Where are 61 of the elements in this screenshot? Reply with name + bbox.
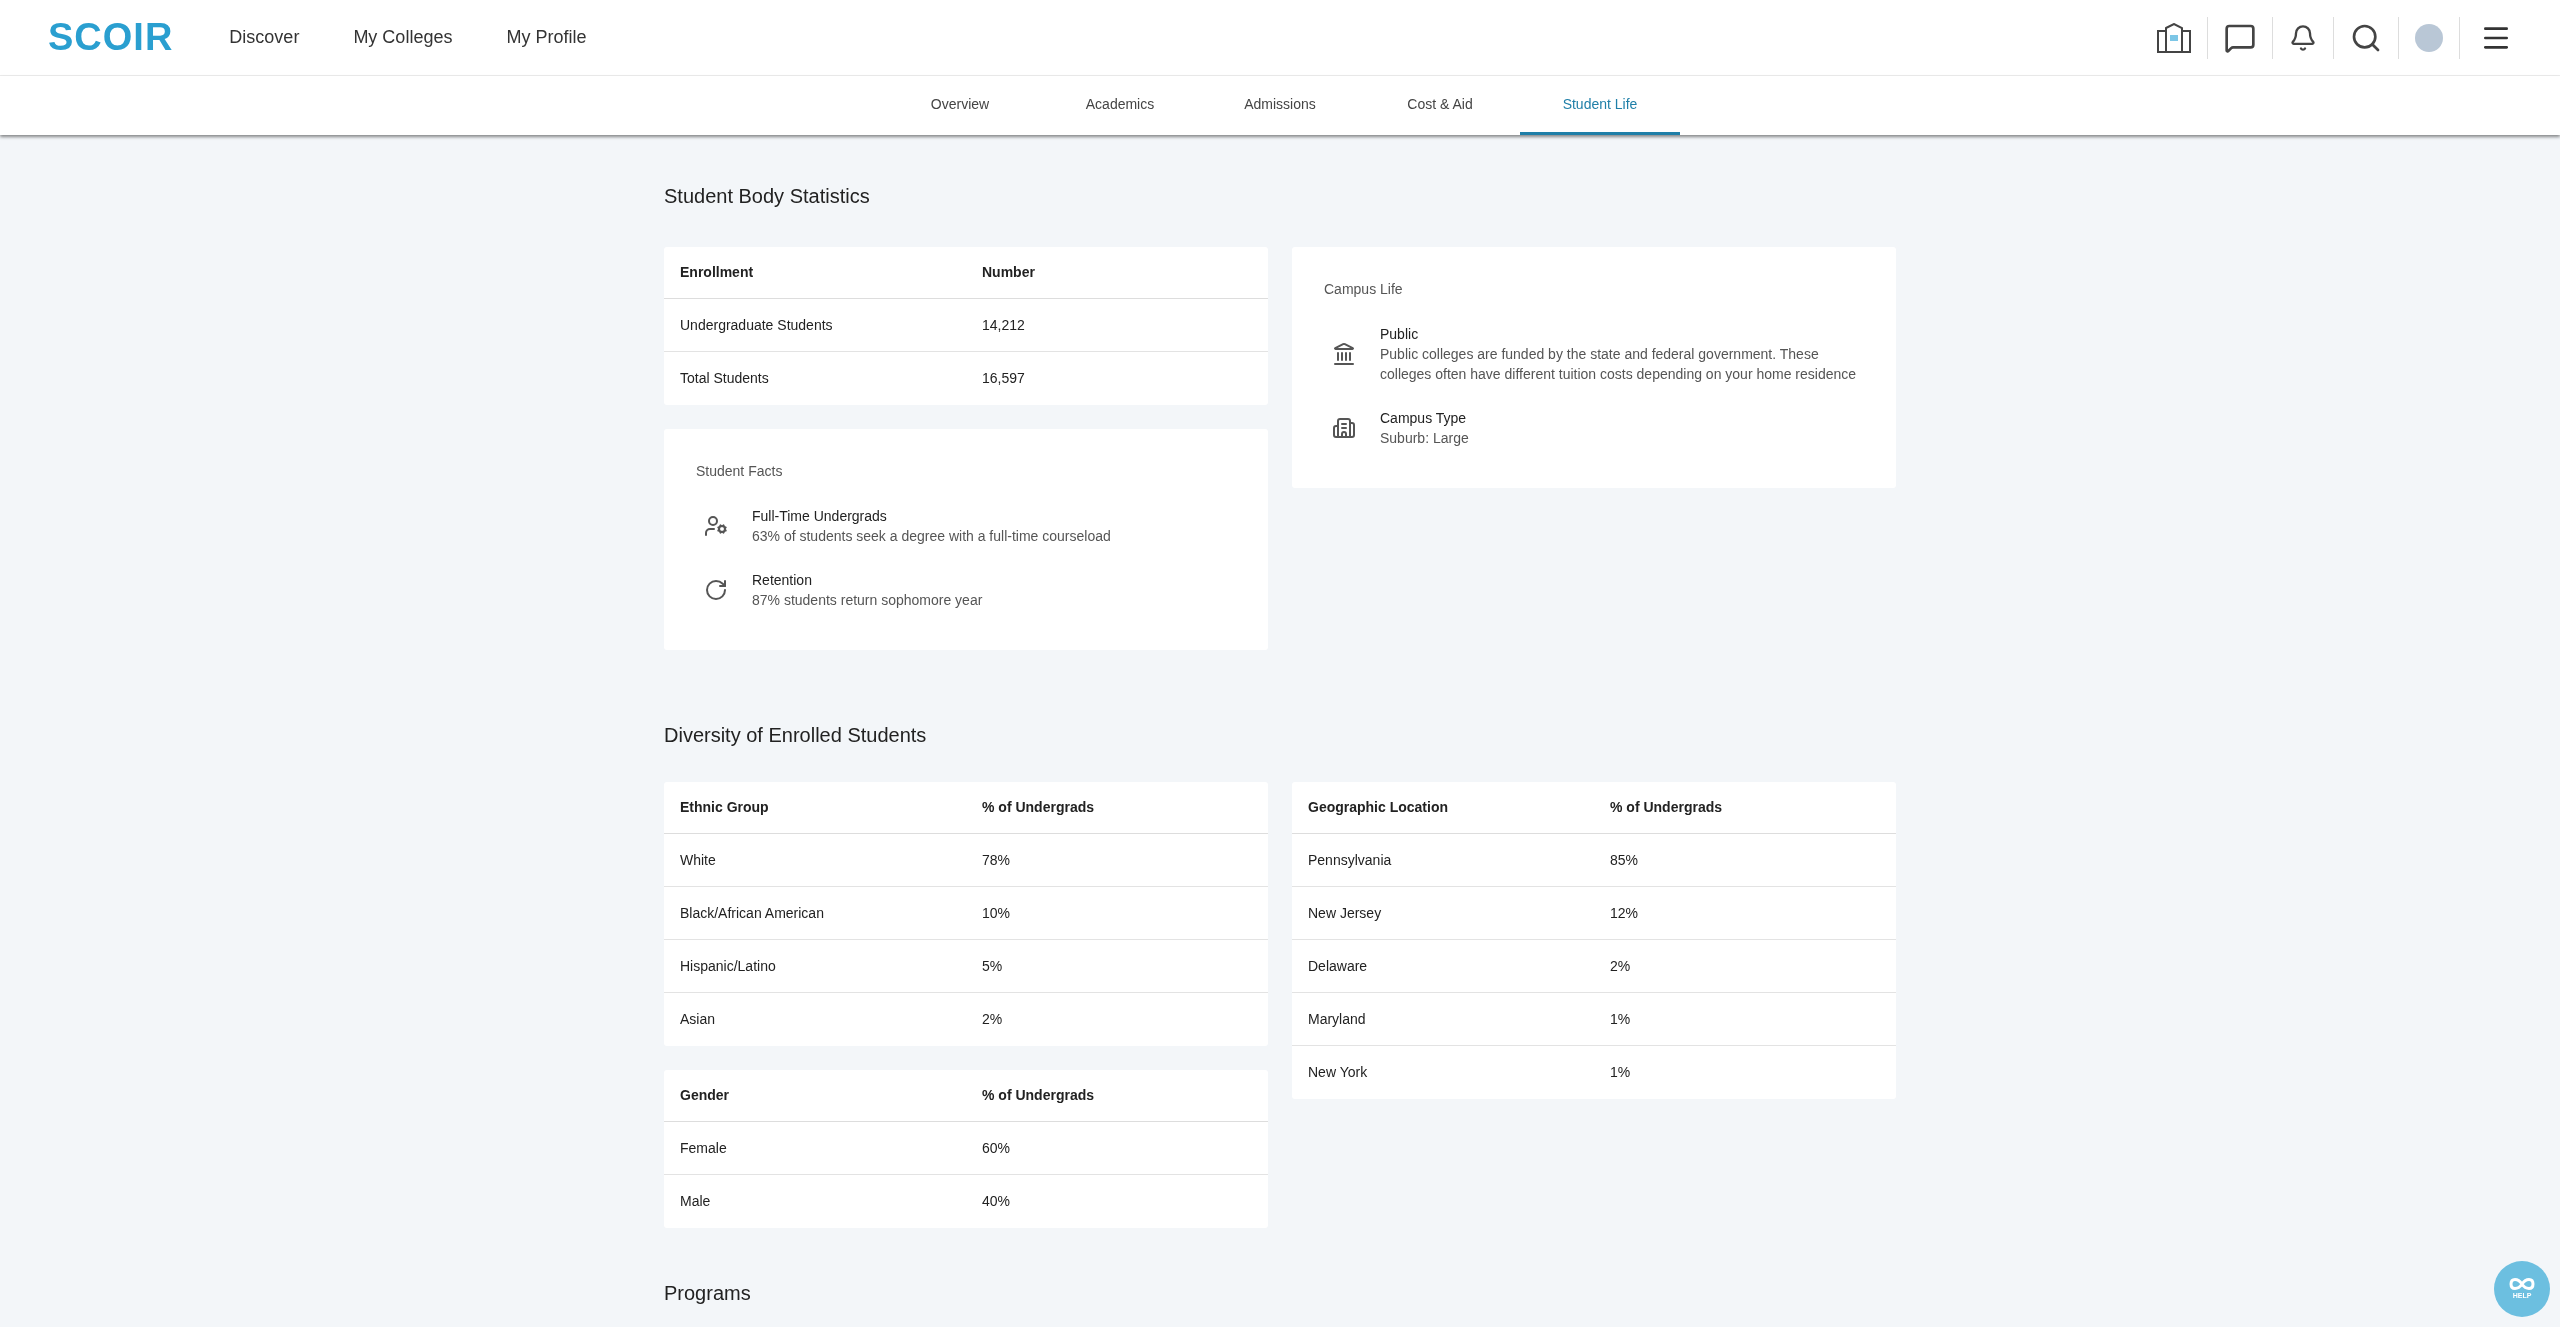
table-cell-text: 10% [982, 903, 1011, 923]
section-title: Diversity of Enrolled Students [664, 723, 928, 748]
fact-text: Suburb: Large [1380, 429, 1469, 448]
refresh-icon [704, 578, 728, 602]
table-cell-text: Hispanic/Latino [680, 956, 777, 976]
tab[interactable]: Academics [1040, 76, 1200, 135]
table-cell-text: 85% [1610, 850, 1639, 870]
table-cell-text: New Jersey [1308, 903, 1383, 923]
tab[interactable]: Admissions [1200, 76, 1360, 135]
table-cell-text: New York [1308, 1063, 1369, 1082]
table-cell-text: Black/African American [680, 903, 825, 923]
column-header: Enrollment [680, 263, 755, 282]
card-title: Campus Life [1324, 280, 1404, 299]
nav-link[interactable]: Discover [229, 24, 300, 51]
nav-link[interactable]: My Colleges [353, 24, 453, 51]
table-cell-text: 60% [982, 1138, 1011, 1158]
column-header: % of Undergrads [982, 798, 1094, 817]
table-cell-text: Undergraduate Students [680, 315, 834, 335]
table-cell-text: 1% [1610, 1009, 1631, 1029]
table-cell-text: Asian [680, 1010, 717, 1029]
card-title: Student Facts [696, 462, 784, 481]
nav-link[interactable]: My Profile [506, 24, 587, 51]
person-icon [704, 514, 728, 538]
table-cell-text: 14,212 [982, 315, 1025, 335]
column-header: Ethnic Group [680, 798, 770, 817]
table-cell-text: Pennsylvania [1308, 850, 1393, 870]
table-cell-text: 1% [1610, 1063, 1631, 1082]
tab[interactable]: Student Life [1520, 76, 1680, 135]
fact-text: Public colleges are funded by the state and federal government. These colleges often have different tuition costs depending on your home residence [1380, 345, 1858, 384]
fact-text: 63% of students seek a degree with a full-time courseload [752, 527, 1111, 546]
building-icon [1332, 416, 1356, 440]
table-cell-text: White [680, 850, 717, 870]
table-cell-text: Female [680, 1138, 728, 1158]
table-cell-text: 78% [982, 850, 1011, 870]
column-header: Gender [680, 1086, 730, 1105]
column-header: Number [982, 263, 1035, 282]
table-cell-text: Male [680, 1192, 712, 1211]
tab[interactable]: Overview [880, 76, 1040, 135]
table-cell-text: 12% [1610, 903, 1639, 923]
notification-icon[interactable] [2289, 23, 2317, 52]
table-cell-text: 2% [1610, 956, 1631, 976]
infinity-icon [2508, 1276, 2536, 1291]
fact-title: Retention [752, 571, 813, 590]
column-header: Geographic Location [1308, 798, 1449, 817]
section-title: Programs [664, 1281, 752, 1306]
fact-title: Campus Type [1380, 409, 1468, 428]
bank-icon [1332, 342, 1356, 366]
table-cell-text: 5% [982, 956, 1003, 976]
fact-title: Public [1380, 325, 1420, 344]
column-header: % of Undergrads [1610, 798, 1722, 817]
table-cell-text: 16,597 [982, 369, 1025, 388]
fact-title: Full-Time Undergrads [752, 507, 888, 526]
table-cell-text: 40% [982, 1192, 1011, 1211]
fact-text: 87% students return sophomore year [752, 591, 983, 610]
table-cell-text: Total Students [680, 369, 770, 388]
table-cell-text: Delaware [1308, 956, 1369, 976]
section-title: Student Body Statistics [664, 184, 871, 209]
table-cell-text: 2% [982, 1010, 1003, 1029]
table-cell-text: Maryland [1308, 1009, 1367, 1029]
column-header: % of Undergrads [982, 1086, 1094, 1105]
tab[interactable]: Cost & Aid [1360, 76, 1520, 135]
